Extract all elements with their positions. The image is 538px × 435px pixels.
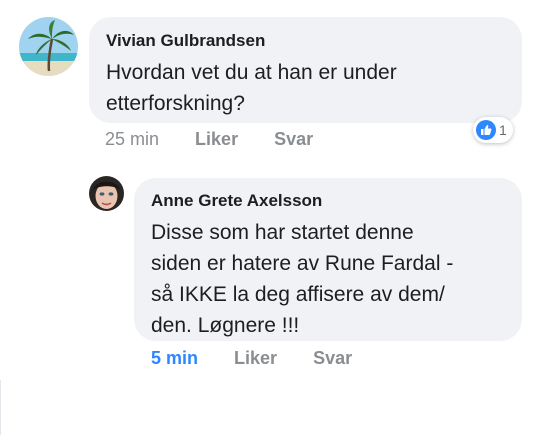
thumbs-up-icon <box>476 120 496 140</box>
comment-timestamp[interactable]: 25 min <box>105 129 159 149</box>
comment-text-line: Disse som har startet denne <box>151 221 414 244</box>
comment-text-line: den. Løgnere !!! <box>151 314 300 337</box>
reaction-badge[interactable]: 1 <box>473 117 513 143</box>
avatar-vivian[interactable] <box>19 17 78 76</box>
comment-text: Hvordan vet du at han er under etterfors… <box>106 57 504 119</box>
reply-button[interactable]: Svar <box>313 348 352 368</box>
reply-button[interactable]: Svar <box>274 129 313 149</box>
comment-bubble-vivian: Vivian Gulbrandsen Hvordan vet du at han… <box>89 17 522 123</box>
comment-text-line: etterforskning? <box>106 92 245 115</box>
comment-actions: 25 min Liker Svar <box>105 129 344 150</box>
reaction-count: 1 <box>499 122 507 138</box>
comment-text-line: så IKKE la deg affisere av dem/ <box>151 283 445 306</box>
like-button[interactable]: Liker <box>195 129 238 149</box>
comment-bubble-anne-grete: Anne Grete Axelsson Disse som har starte… <box>134 178 522 341</box>
face-avatar-icon <box>89 176 124 211</box>
comment-text-line: siden er hatere av Rune Fardal - <box>151 252 454 275</box>
divider <box>0 380 1 435</box>
palm-beach-avatar-icon <box>19 17 78 76</box>
comment-author[interactable]: Anne Grete Axelsson <box>151 191 506 211</box>
comment-actions: 5 min Liker Svar <box>151 348 383 369</box>
comment-text-line: Hvordan vet du at han er under <box>106 61 397 84</box>
avatar-anne-grete[interactable] <box>89 176 124 211</box>
comment-text: Disse som har startet denne siden er hat… <box>151 217 506 341</box>
like-button[interactable]: Liker <box>234 348 277 368</box>
comment-timestamp[interactable]: 5 min <box>151 348 198 368</box>
comment-author[interactable]: Vivian Gulbrandsen <box>106 31 504 51</box>
